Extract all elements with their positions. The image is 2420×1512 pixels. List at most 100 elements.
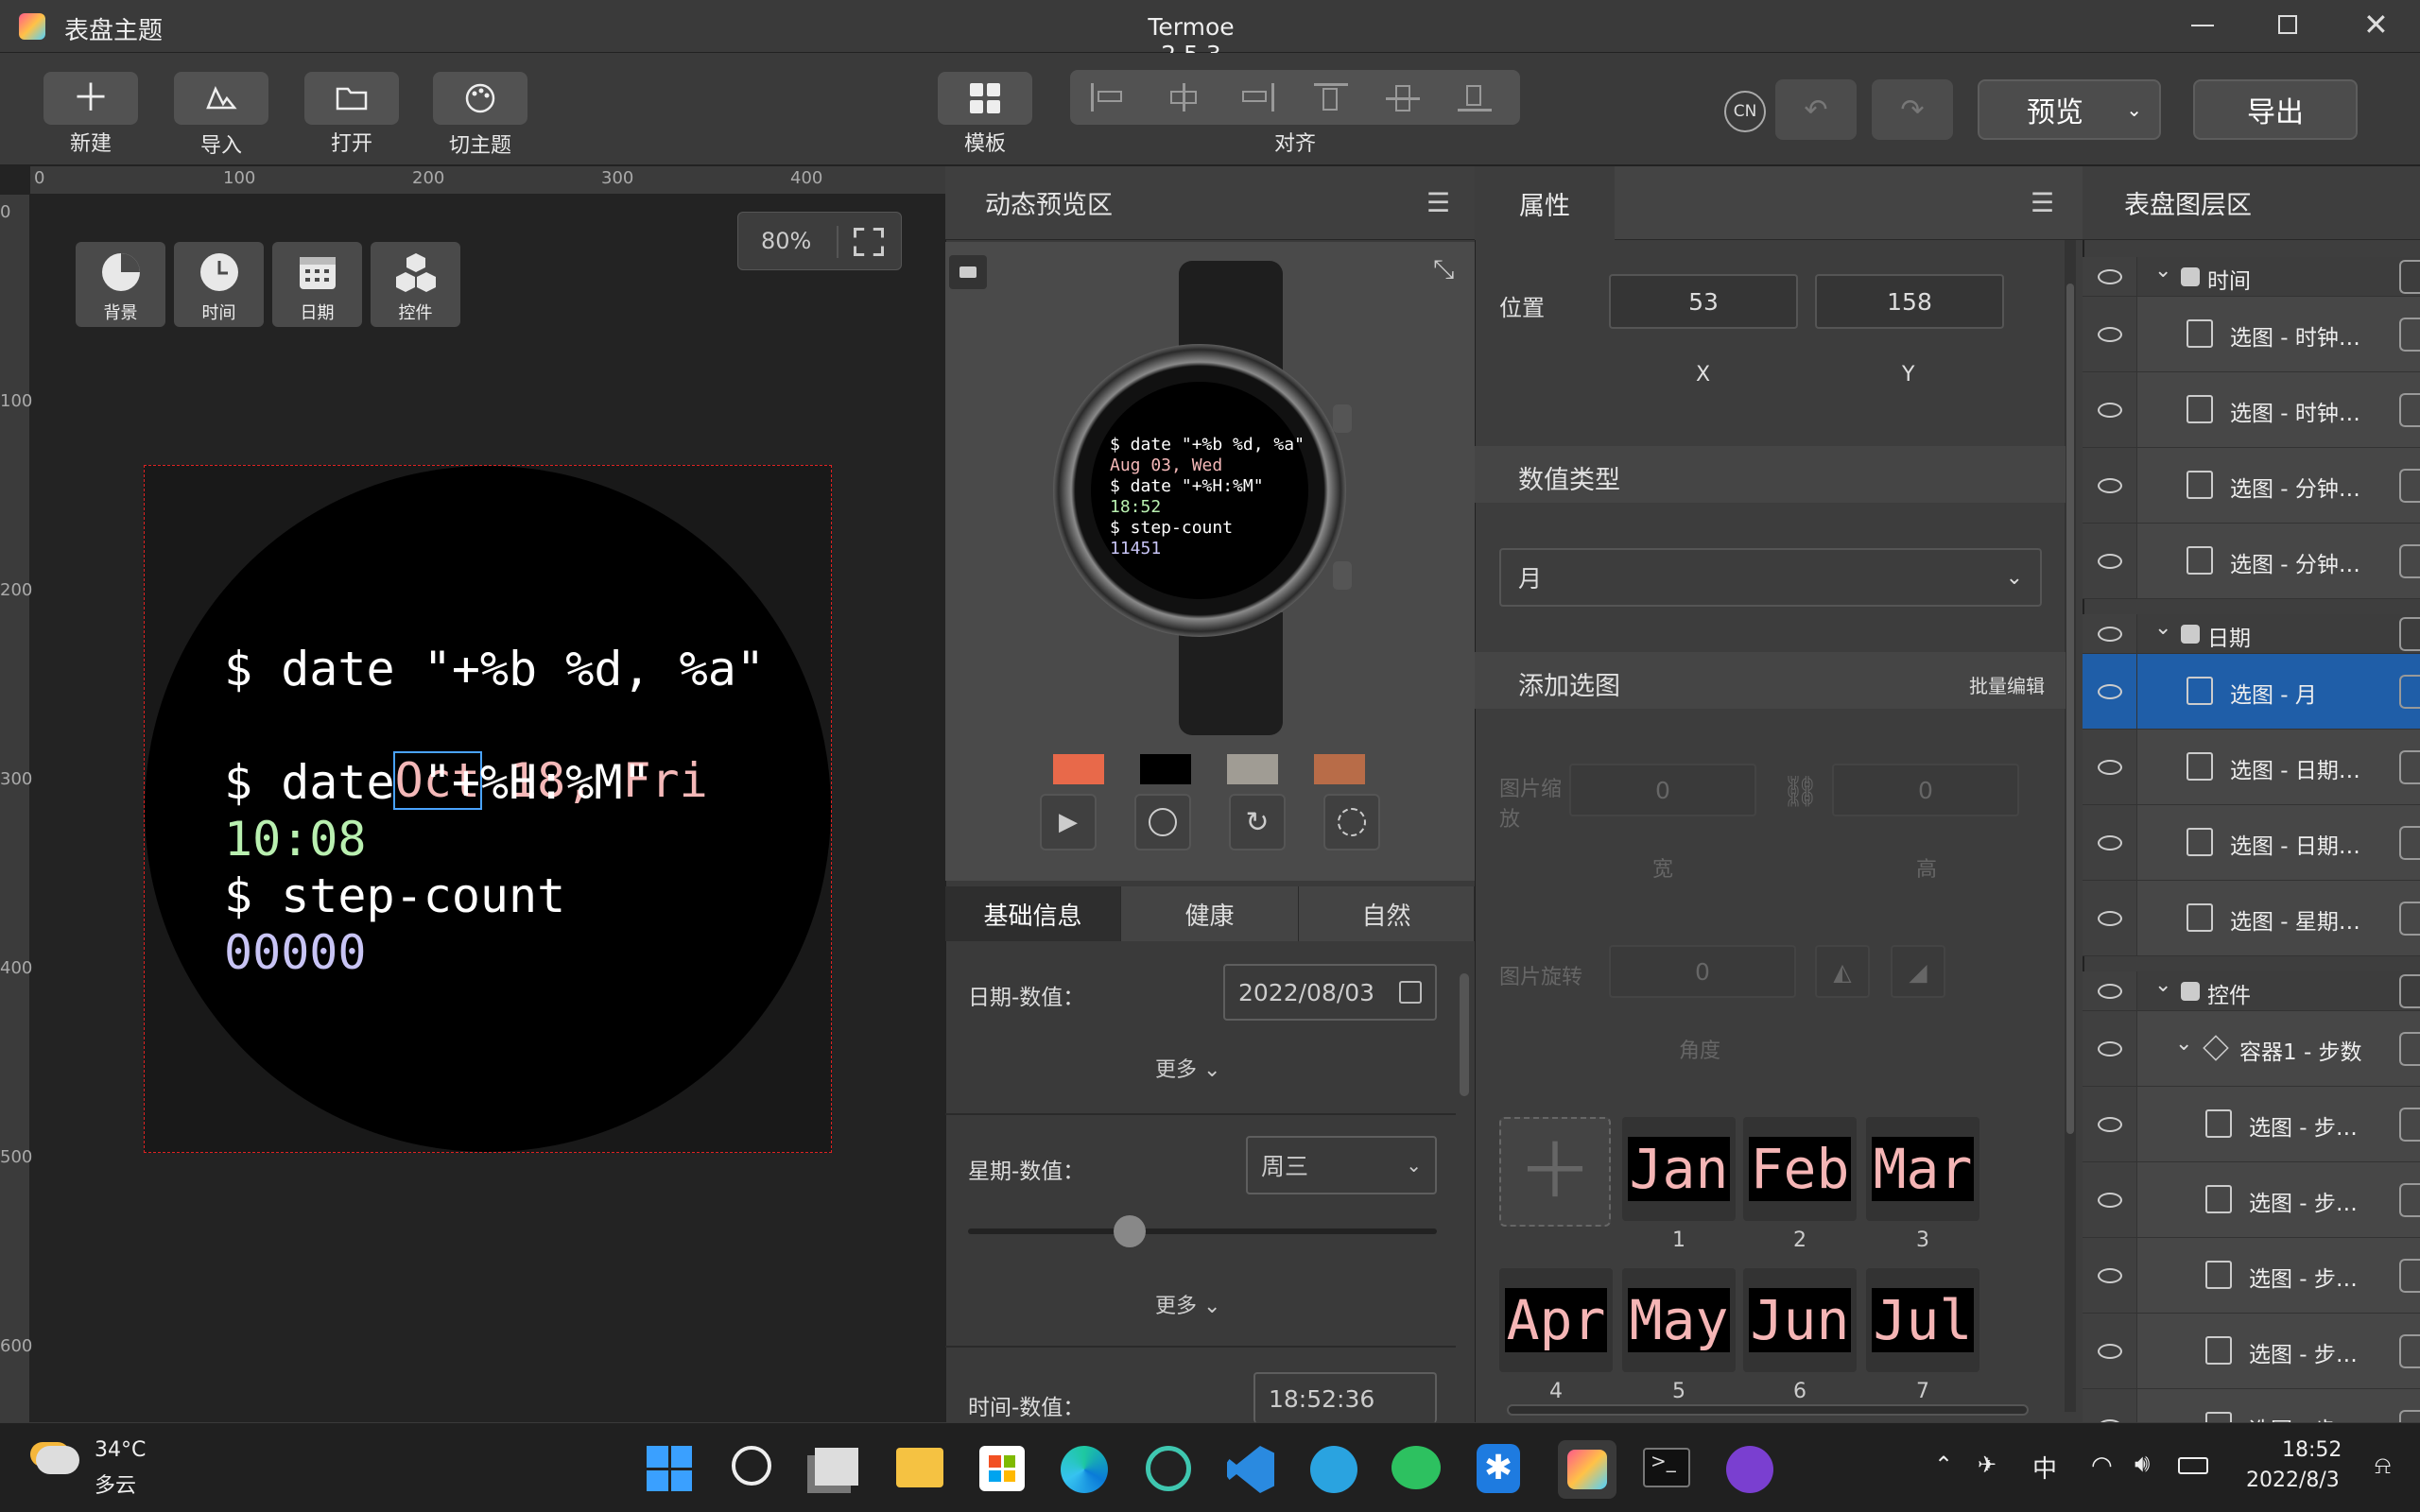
month-thumbnail[interactable]: Jan bbox=[1622, 1117, 1736, 1221]
properties-scrollbar-thumb[interactable] bbox=[2066, 284, 2074, 1134]
chevron-down-icon[interactable]: ⌄ bbox=[2175, 1032, 2192, 1056]
layer-row[interactable]: 选图 - 分钟… bbox=[2083, 524, 2420, 599]
clock-date[interactable]: 2022/8/3 bbox=[2246, 1469, 2340, 1492]
layer-row[interactable]: 选图 - 步… bbox=[2083, 1238, 2420, 1314]
template-button[interactable] bbox=[938, 72, 1032, 125]
eye-icon[interactable] bbox=[2098, 1267, 2122, 1283]
wechat-icon[interactable] bbox=[1392, 1446, 1441, 1489]
layer-row[interactable]: 选图 - 分钟… bbox=[2083, 448, 2420, 524]
wifi-icon[interactable]: ◠ bbox=[2091, 1452, 2113, 1480]
layer-row[interactable]: 选图 - 日期… bbox=[2083, 730, 2420, 805]
tab-basic-info[interactable]: 基础信息 bbox=[945, 886, 1121, 941]
time-value-field[interactable]: 18:52:36 bbox=[1253, 1372, 1437, 1423]
store-icon[interactable] bbox=[979, 1446, 1025, 1491]
weather-icon[interactable] bbox=[36, 1446, 79, 1474]
eye-icon[interactable] bbox=[2098, 326, 2122, 342]
restore-button[interactable] bbox=[2278, 15, 2297, 34]
lock-icon[interactable] bbox=[2399, 543, 2420, 578]
menu-icon[interactable]: ☰ bbox=[2031, 187, 2054, 218]
eye-icon[interactable] bbox=[2098, 553, 2122, 569]
layer-group-row[interactable]: ⌄ 时间 bbox=[2083, 257, 2420, 297]
month-thumbnail[interactable]: Jun bbox=[1743, 1268, 1857, 1372]
y-input[interactable]: 158 bbox=[1815, 274, 2004, 329]
align-right-icon[interactable] bbox=[1236, 83, 1274, 112]
notification-icon[interactable]: ⍾ bbox=[2375, 1452, 2391, 1481]
clock-preview-button[interactable] bbox=[1134, 794, 1191, 850]
vscode-icon[interactable] bbox=[1227, 1446, 1274, 1493]
angle-input[interactable]: 0 bbox=[1609, 945, 1796, 998]
eye-icon[interactable] bbox=[2098, 910, 2122, 926]
color-swatch-brown[interactable] bbox=[1314, 754, 1365, 784]
eye-icon[interactable] bbox=[2098, 983, 2122, 999]
lock-icon[interactable] bbox=[2399, 317, 2420, 352]
github-icon[interactable] bbox=[1726, 1446, 1773, 1493]
telegram-icon[interactable] bbox=[1310, 1446, 1357, 1493]
clock-time[interactable]: 18:52 bbox=[2282, 1438, 2342, 1462]
chevron-down-icon[interactable]: ⌄ bbox=[2154, 973, 2171, 997]
lock-icon[interactable] bbox=[2399, 468, 2420, 503]
lock-icon[interactable] bbox=[2399, 392, 2420, 427]
x-input[interactable]: 53 bbox=[1609, 274, 1798, 329]
tray-app-icon[interactable]: ✈ bbox=[1978, 1452, 1996, 1478]
color-swatch-black[interactable] bbox=[1140, 754, 1191, 784]
lock-icon[interactable] bbox=[2399, 616, 2420, 651]
align-center-v-icon[interactable] bbox=[1386, 83, 1420, 113]
layer-group-row[interactable]: ⌄ 日期 bbox=[2083, 614, 2420, 654]
week-slider-thumb[interactable] bbox=[1114, 1215, 1146, 1247]
volume-icon[interactable]: 🔊︎ bbox=[2135, 1450, 2150, 1479]
layer-row[interactable]: 选图 - 时钟… bbox=[2083, 297, 2420, 372]
color-swatch-gray[interactable] bbox=[1227, 754, 1278, 784]
eye-icon[interactable] bbox=[2098, 1116, 2122, 1132]
lock-icon[interactable] bbox=[2399, 1107, 2420, 1142]
import-button[interactable] bbox=[174, 72, 268, 125]
eye-icon[interactable] bbox=[2098, 626, 2122, 642]
undo-button[interactable]: ↶ bbox=[1775, 79, 1857, 140]
month-thumbnail[interactable]: Apr bbox=[1499, 1268, 1613, 1372]
layer-row[interactable]: 选图 - 月 bbox=[2083, 654, 2420, 730]
edge-icon[interactable] bbox=[1061, 1446, 1108, 1493]
lock-icon[interactable] bbox=[2399, 825, 2420, 860]
week-slider-track[interactable] bbox=[968, 1228, 1437, 1234]
align-left-icon[interactable] bbox=[1091, 83, 1129, 112]
align-top-icon[interactable] bbox=[1314, 83, 1348, 113]
layer-row[interactable]: 选图 - 步… bbox=[2083, 1162, 2420, 1238]
value-type-select[interactable]: 月 ⌄ bbox=[1499, 548, 2042, 607]
new-button[interactable]: ＋ bbox=[43, 72, 138, 125]
lock-icon[interactable] bbox=[2399, 674, 2420, 709]
align-bottom-icon[interactable] bbox=[1458, 81, 1492, 112]
minimize-button[interactable] bbox=[2191, 25, 2214, 26]
chevron-down-icon[interactable]: ⌄ bbox=[2154, 616, 2171, 640]
eye-icon[interactable] bbox=[2098, 1343, 2122, 1359]
search-icon[interactable] bbox=[732, 1446, 771, 1486]
properties-h-scrollbar[interactable] bbox=[1507, 1404, 2029, 1416]
calendar-icon[interactable] bbox=[1399, 981, 1422, 1004]
eye-icon[interactable] bbox=[2098, 683, 2122, 699]
eye-icon[interactable] bbox=[2098, 1192, 2122, 1208]
preview-button[interactable]: 预览 ⌄ bbox=[1978, 79, 2161, 140]
start-icon[interactable] bbox=[647, 1446, 692, 1491]
lock-icon[interactable] bbox=[2399, 1031, 2420, 1066]
more-toggle-date[interactable]: 更多 ⌄ bbox=[1155, 1053, 1220, 1083]
flip-vertical-icon[interactable]: ◭ bbox=[1815, 945, 1870, 998]
week-select[interactable]: 周三 ⌄ bbox=[1246, 1136, 1437, 1194]
lock-icon[interactable] bbox=[2399, 259, 2420, 294]
layer-group-row[interactable]: ⌄ 控件 bbox=[2083, 971, 2420, 1011]
widget-tool[interactable]: 控件 bbox=[371, 242, 460, 327]
lock-icon[interactable] bbox=[2399, 1258, 2420, 1293]
color-swatch-orange[interactable] bbox=[1053, 754, 1104, 784]
export-button[interactable]: 导出 bbox=[2193, 79, 2358, 140]
layer-row[interactable]: ⌄ 容器1 - 步数 bbox=[2083, 1011, 2420, 1087]
tab-nature[interactable]: 自然 bbox=[1299, 886, 1475, 941]
date-tool[interactable]: 日期 bbox=[272, 242, 362, 327]
layer-row[interactable]: 选图 - 步… bbox=[2083, 1087, 2420, 1162]
task-view-icon[interactable] bbox=[815, 1448, 858, 1486]
app-icon-ld[interactable] bbox=[1146, 1446, 1191, 1491]
height-input[interactable]: 0 bbox=[1832, 764, 2019, 816]
battery-icon[interactable] bbox=[2178, 1457, 2208, 1474]
ime-indicator[interactable]: 中 bbox=[2032, 1450, 2057, 1485]
zoom-control[interactable]: 80% bbox=[737, 212, 902, 270]
width-input[interactable]: 0 bbox=[1569, 764, 1756, 816]
more-toggle-week[interactable]: 更多 ⌄ bbox=[1155, 1289, 1220, 1319]
lock-icon[interactable] bbox=[2399, 973, 2420, 1008]
background-tool[interactable]: 背景 bbox=[76, 242, 165, 327]
